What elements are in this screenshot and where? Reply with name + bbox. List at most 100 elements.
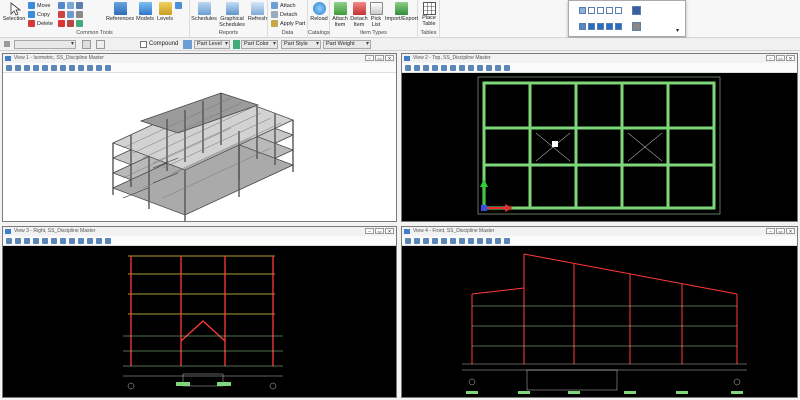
minimize-button[interactable]: –: [766, 55, 775, 61]
part-color-select[interactable]: Part Color: [241, 40, 278, 49]
minimize-button[interactable]: –: [365, 228, 374, 234]
measure-icon[interactable]: [76, 11, 83, 18]
restore-button[interactable]: ▭: [375, 228, 384, 234]
level-manager-icon[interactable]: [632, 6, 641, 15]
close-button[interactable]: ✕: [786, 228, 795, 234]
fit-view-icon[interactable]: [51, 238, 57, 244]
window-area-icon[interactable]: [42, 65, 48, 71]
compound-checkbox[interactable]: [140, 41, 147, 48]
rotate-icon[interactable]: [60, 65, 66, 71]
copy-view-icon[interactable]: [495, 238, 501, 244]
display-style-icon[interactable]: [105, 238, 111, 244]
rotate-icon[interactable]: [60, 238, 66, 244]
pan-icon[interactable]: [69, 65, 75, 71]
close-button[interactable]: ✕: [786, 55, 795, 61]
next-view-icon[interactable]: [87, 238, 93, 244]
previous-view-icon[interactable]: [477, 238, 483, 244]
fence-mode-icon[interactable]: [588, 7, 595, 14]
add-icon[interactable]: [588, 23, 595, 30]
next-view-icon[interactable]: [486, 238, 492, 244]
selection-button[interactable]: Selection: [3, 2, 25, 22]
refresh-button[interactable]: Refresh: [248, 2, 267, 22]
minimize-button[interactable]: –: [365, 55, 374, 61]
place-icon[interactable]: [76, 2, 83, 9]
zoom-icon[interactable]: [15, 238, 21, 244]
view-4-window[interactable]: View 4 - Front, SS_Discipline Master – ▭ ✕: [401, 226, 798, 398]
minimize-button[interactable]: –: [766, 228, 775, 234]
place-table-button[interactable]: Place Table: [419, 2, 439, 27]
pick-list-button[interactable]: Pick List: [368, 2, 384, 28]
view-1-canvas[interactable]: [3, 73, 396, 221]
shape-icon[interactable]: [67, 2, 74, 9]
restore-button[interactable]: ▭: [776, 228, 785, 234]
levels-button[interactable]: Levels: [156, 2, 174, 22]
graphical-schedules-button[interactable]: Graphical Schedules: [217, 2, 247, 28]
attach-item-button[interactable]: Attach Item: [331, 2, 349, 28]
text-icon[interactable]: [58, 11, 65, 18]
dimension-icon[interactable]: [67, 11, 74, 18]
zoom-out-icon[interactable]: [432, 65, 438, 71]
previous-view-icon[interactable]: [477, 65, 483, 71]
zoom-icon[interactable]: [414, 238, 420, 244]
copy-view-icon[interactable]: [96, 65, 102, 71]
zoom-in-icon[interactable]: [24, 65, 30, 71]
zoom-in-icon[interactable]: [423, 238, 429, 244]
models-button[interactable]: Models: [135, 2, 155, 22]
view-2-canvas[interactable]: [402, 73, 797, 221]
copy-view-icon[interactable]: [495, 65, 501, 71]
pan-icon[interactable]: [468, 238, 474, 244]
window-area-icon[interactable]: [441, 238, 447, 244]
view-attributes-icon[interactable]: [6, 65, 12, 71]
invert-icon[interactable]: [606, 23, 613, 30]
schedules-button[interactable]: Schedules: [191, 2, 217, 22]
clear-icon[interactable]: [615, 23, 622, 30]
copy-button[interactable]: Copy: [28, 11, 50, 18]
font-icon[interactable]: [67, 20, 74, 27]
fence-icon[interactable]: [76, 20, 83, 27]
line-mode-icon[interactable]: [615, 7, 622, 14]
subtract-icon[interactable]: [597, 23, 604, 30]
template-icon[interactable]: [82, 40, 91, 49]
line-icon[interactable]: [58, 2, 65, 9]
window-area-icon[interactable]: [441, 65, 447, 71]
import-export-button[interactable]: Import/Export: [385, 2, 418, 22]
next-view-icon[interactable]: [87, 65, 93, 71]
zoom-icon[interactable]: [414, 65, 420, 71]
block-mode-icon[interactable]: [597, 7, 604, 14]
pan-icon[interactable]: [69, 238, 75, 244]
close-button[interactable]: ✕: [385, 228, 394, 234]
pan-icon[interactable]: [468, 65, 474, 71]
zoom-in-icon[interactable]: [423, 65, 429, 71]
annotate-icon[interactable]: [58, 20, 65, 27]
attach-button[interactable]: Attach: [271, 2, 296, 9]
view-1-window[interactable]: View 1 - Isometric, SS_Discipline Master…: [2, 53, 397, 222]
fit-view-icon[interactable]: [450, 65, 456, 71]
popup-menu-arrow-icon[interactable]: ▾: [676, 27, 679, 34]
previous-view-icon[interactable]: [78, 238, 84, 244]
move-button[interactable]: Move: [28, 2, 50, 9]
next-view-icon[interactable]: [486, 65, 492, 71]
view-3-canvas[interactable]: [3, 246, 396, 397]
copy-view-icon[interactable]: [96, 238, 102, 244]
shape-mode-icon[interactable]: [606, 7, 613, 14]
pointer-icon[interactable]: [579, 23, 586, 30]
part-level-select[interactable]: Part Level: [194, 40, 230, 49]
attributes-icon[interactable]: [175, 2, 182, 9]
view-2-window[interactable]: View 2 - Top, SS_Discipline Master – ▭ ✕: [401, 53, 798, 222]
display-style-icon[interactable]: [504, 65, 510, 71]
part-style-select[interactable]: Part Style: [281, 40, 321, 49]
display-style-icon[interactable]: [105, 65, 111, 71]
detach-item-button[interactable]: Detach Item: [350, 2, 368, 28]
view-attributes-icon[interactable]: [405, 65, 411, 71]
close-button[interactable]: ✕: [385, 55, 394, 61]
lock-icon[interactable]: [96, 40, 105, 49]
reload-button[interactable]: Reload: [309, 2, 329, 22]
zoom-in-icon[interactable]: [24, 238, 30, 244]
zoom-out-icon[interactable]: [33, 238, 39, 244]
view-attributes-icon[interactable]: [405, 238, 411, 244]
references-button[interactable]: References: [106, 2, 134, 22]
delete-button[interactable]: Delete: [28, 20, 53, 27]
restore-button[interactable]: ▭: [375, 55, 384, 61]
view-4-canvas[interactable]: [402, 246, 797, 397]
restore-button[interactable]: ▭: [776, 55, 785, 61]
